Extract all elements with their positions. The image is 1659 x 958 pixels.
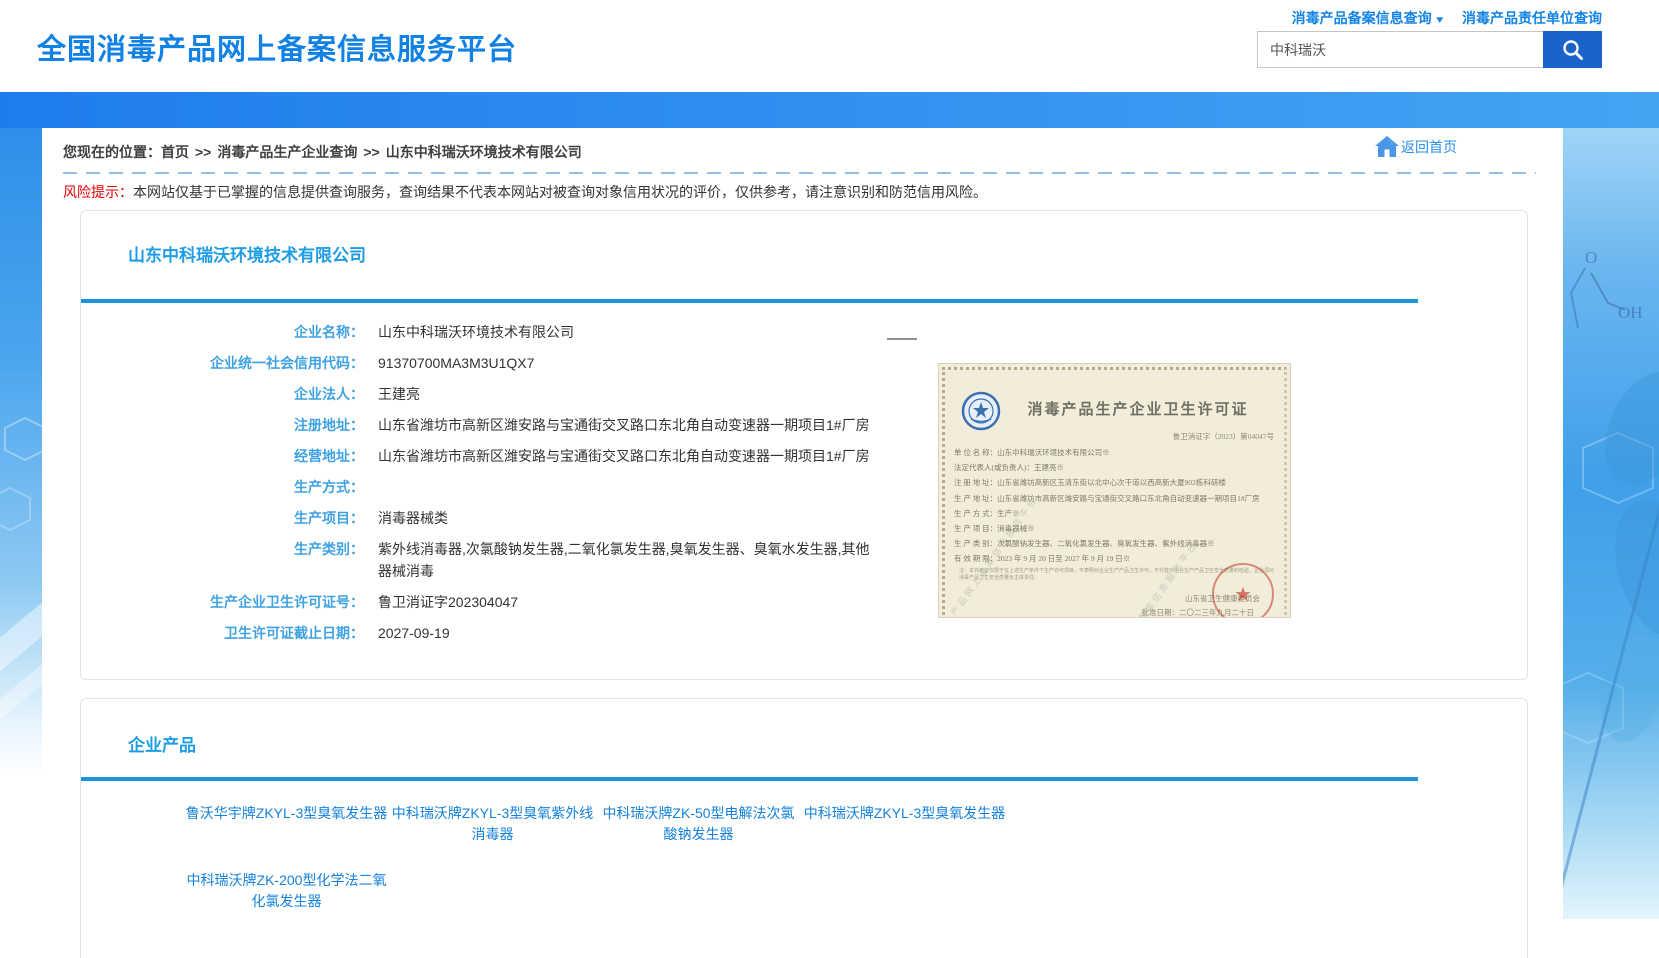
bg-right-decoration: O OH <box>1563 128 1659 919</box>
certificate-red-seal: ★ <box>1212 563 1274 618</box>
field-label: 卫生许可证截止日期： <box>81 622 364 644</box>
card-title-divider <box>81 299 1418 303</box>
search-box <box>1257 31 1602 68</box>
company-products-card: 企业产品 鲁沃华宇牌ZKYL-3型臭氧发生器中科瑞沃牌ZKYL-3型臭氧紫外线消… <box>80 698 1528 958</box>
field-label: 生产项目： <box>81 507 364 529</box>
svg-text:OH: OH <box>1618 303 1643 322</box>
certificate-line: 生 产 地 址：山东省潍坊市高新区潍安路与宝通街交叉路口东北角自动变速器一期项目… <box>954 491 1282 506</box>
site-title: 全国消毒产品网上备案信息服务平台 <box>37 26 517 68</box>
card-title-divider <box>81 777 1418 781</box>
field-row: 卫生许可证截止日期： 2027-09-19 <box>81 622 941 644</box>
breadcrumb-current: 山东中科瑞沃环境技术有限公司 <box>386 144 582 160</box>
svg-text:O: O <box>1585 248 1597 267</box>
top-nav: 消毒产品备案信息查询 ▾ 消毒产品责任单位查询 <box>1276 8 1602 28</box>
risk-notice-text: 本网站仅基于已掌握的信息提供查询服务，查询结果不代表本网站对被查询对象信用状况的… <box>133 184 987 200</box>
field-label: 企业法人： <box>81 383 364 405</box>
certificate-line: 单 位 名 称：山东中科瑞沃环境技术有限公司※ <box>954 445 1282 460</box>
field-row: 生产方式： <box>81 476 941 498</box>
field-value: 王建亮 <box>378 383 420 405</box>
header: 全国消毒产品网上备案信息服务平台 消毒产品备案信息查询 ▾ 消毒产品责任单位查询 <box>0 0 1659 92</box>
certificate-title: 消毒产品生产企业卫生许可证 <box>1003 398 1273 419</box>
company-name-heading: 山东中科瑞沃环境技术有限公司 <box>128 241 366 266</box>
field-value: 消毒器械类 <box>378 507 448 529</box>
field-row: 生产企业卫生许可证号： 鲁卫消证字202304047 <box>81 591 941 613</box>
field-value: 山东中科瑞沃环境技术有限公司 <box>378 321 574 343</box>
top-band <box>0 92 1659 128</box>
product-links: 鲁沃华宇牌ZKYL-3型臭氧发生器中科瑞沃牌ZKYL-3型臭氧紫外线消毒器中科瑞… <box>185 803 1035 937</box>
content-panel: 您现在的位置：首页 >> 消毒产品生产企业查询 >> 山东中科瑞沃环境技术有限公司 返回… <box>42 128 1563 919</box>
company-info-card: 山东中科瑞沃环境技术有限公司 企业名称： 山东中科瑞沃环境技术有限公司 企业统一… <box>80 210 1528 680</box>
certificate-number: 鲁卫消证字（2023）第04047号 <box>1173 431 1274 442</box>
field-row: 企业名称： 山东中科瑞沃环境技术有限公司 <box>81 321 941 343</box>
field-row: 企业统一社会信用代码： 91370700MA3M3U1QX7 <box>81 352 941 374</box>
certificate-line: 法定代表人(或负责人)：王建亮※ <box>954 460 1282 475</box>
risk-notice-label: 风险提示： <box>63 184 133 200</box>
star-icon: ★ <box>1234 582 1252 606</box>
product-link[interactable]: 中科瑞沃牌ZKYL-3型臭氧紫外线消毒器 <box>391 803 594 845</box>
company-fields: 企业名称： 山东中科瑞沃环境技术有限公司 企业统一社会信用代码： 9137070… <box>81 321 941 653</box>
search-icon <box>1561 38 1585 62</box>
field-row: 注册地址： 山东省潍坊市高新区潍安路与宝通街交叉路口东北角自动变速器一期项目1#… <box>81 414 941 436</box>
search-input[interactable] <box>1257 31 1543 68</box>
field-row: 经营地址： 山东省潍坊市高新区潍安路与宝通街交叉路口东北角自动变速器一期项目1#… <box>81 445 941 467</box>
field-label: 生产方式： <box>81 476 364 498</box>
field-label: 注册地址： <box>81 414 364 436</box>
nav-link-label: 消毒产品备案信息查询 <box>1292 10 1432 26</box>
chemistry-decoration: O OH <box>1563 128 1659 919</box>
breadcrumb-separator: >> <box>363 144 379 160</box>
bg-left-decoration <box>0 128 42 778</box>
products-heading: 企业产品 <box>128 731 196 756</box>
field-label: 企业名称： <box>81 321 364 343</box>
field-value: 紫外线消毒器,次氯酸钠发生器,二氧化氯发生器,臭氧发生器、臭氧水发生器,其他器械… <box>378 538 878 582</box>
field-label: 经营地址： <box>81 445 364 467</box>
field-value: 鲁卫消证字202304047 <box>378 591 518 613</box>
search-button[interactable] <box>1543 31 1602 68</box>
field-label: 生产企业卫生许可证号： <box>81 591 364 613</box>
product-link[interactable]: 中科瑞沃牌ZKYL-3型臭氧发生器 <box>803 803 1006 824</box>
certificate-line: 生 产 方 式：生产※ <box>954 506 1282 521</box>
risk-notice: 风险提示：本网站仅基于已掌握的信息提供查询服务，查询结果不代表本网站对被查询对象… <box>63 182 987 202</box>
home-icon <box>1375 136 1399 157</box>
back-home-link[interactable]: 返回首页 <box>1375 136 1457 157</box>
hygiene-license-certificate-image: 消毒产品生产企业卫生许可证 鲁卫消证字（2023）第04047号 单 位 名 称… <box>938 363 1291 618</box>
field-value: 山东省潍坊市高新区潍安路与宝通街交叉路口东北角自动变速器一期项目1#厂房 <box>378 414 870 436</box>
breadcrumb-enterprise-query[interactable]: 消毒产品生产企业查询 <box>217 144 357 160</box>
breadcrumb-prefix: 您现在的位置： <box>63 144 161 160</box>
product-link[interactable]: 中科瑞沃牌ZK-200型化学法二氧化氯发生器 <box>185 870 388 912</box>
field-label: 企业统一社会信用代码： <box>81 352 364 374</box>
certificate-line: 注 册 地 址：山东省潍坊高新区玉清东街以北中心次干道以西高新大厦902栋科研楼 <box>954 475 1282 490</box>
field-value: 2027-09-19 <box>378 622 450 644</box>
field-label: 生产类别： <box>81 538 364 582</box>
back-home-label: 返回首页 <box>1401 137 1457 157</box>
nav-link-record-info-query[interactable]: 消毒产品备案信息查询 ▾ <box>1292 10 1443 26</box>
product-link[interactable]: 鲁沃华宇牌ZKYL-3型臭氧发生器 <box>185 803 388 824</box>
nav-link-duty-unit-query[interactable]: 消毒产品责任单位查询 <box>1462 10 1602 26</box>
breadcrumb-home[interactable]: 首页 <box>161 144 189 160</box>
field-row: 生产项目： 消毒器械类 <box>81 507 941 529</box>
breadcrumb: 您现在的位置：首页 >> 消毒产品生产企业查询 >> 山东中科瑞沃环境技术有限公司 <box>63 142 1363 162</box>
product-link[interactable]: 中科瑞沃牌ZK-50型电解法次氯酸钠发生器 <box>597 803 800 845</box>
collapse-dash-icon <box>887 338 917 340</box>
field-row: 生产类别： 紫外线消毒器,次氯酸钠发生器,二氧化氯发生器,臭氧发生器、臭氧水发生… <box>81 538 941 582</box>
field-value: 91370700MA3M3U1QX7 <box>378 352 534 374</box>
dashed-divider <box>63 172 1536 174</box>
chevron-down-icon: ▾ <box>1436 13 1443 26</box>
field-row: 企业法人： 王建亮 <box>81 383 941 405</box>
certificate-emblem-icon <box>961 391 1001 431</box>
breadcrumb-separator: >> <box>195 144 211 160</box>
field-value: 山东省潍坊市高新区潍安路与宝通街交叉路口东北角自动变速器一期项目1#厂房 <box>378 445 870 467</box>
